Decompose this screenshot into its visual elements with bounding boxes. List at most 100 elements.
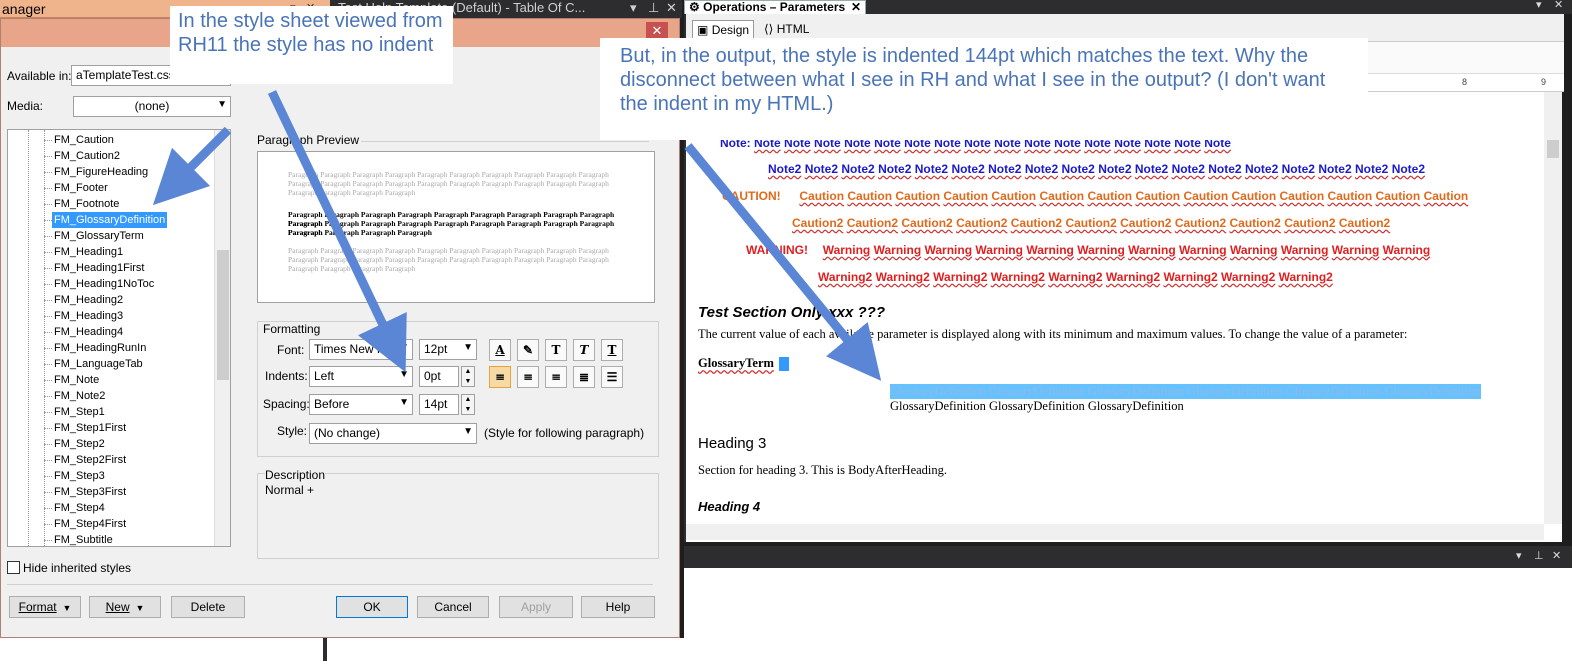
style-list-item[interactable]: FM_Heading1NoToc bbox=[52, 276, 156, 292]
style-list-item[interactable]: FM_Heading1 bbox=[52, 244, 125, 260]
chevron-down-icon: ▼ bbox=[399, 342, 409, 353]
indents-amount-input[interactable]: 0pt bbox=[419, 366, 459, 387]
style-list-item[interactable]: FM_Heading1First bbox=[52, 260, 146, 276]
style-list-item[interactable]: FM_FigureHeading bbox=[52, 164, 150, 180]
style-list-item[interactable]: FM_Heading3 bbox=[52, 308, 125, 324]
spacing-spinner[interactable]: ▲ ▼ bbox=[461, 394, 475, 415]
styled-word: Caution bbox=[1423, 189, 1469, 203]
style-list-scrollbar[interactable] bbox=[214, 130, 230, 546]
style-list-item[interactable]: FM_Step3 bbox=[52, 468, 107, 484]
font-label: Font: bbox=[277, 343, 305, 357]
style-list-item[interactable]: FM_Step3First bbox=[52, 484, 128, 500]
style-list-item[interactable]: FM_Heading4 bbox=[52, 324, 125, 340]
style-list-item[interactable]: FM_Footnote bbox=[52, 196, 121, 212]
hide-inherited-checkbox[interactable] bbox=[7, 561, 20, 574]
style-list-item[interactable]: FM_Footer bbox=[52, 180, 110, 196]
style-list-item[interactable]: FM_Caution2 bbox=[52, 148, 122, 164]
style-list-item[interactable]: FM_Step1First bbox=[52, 420, 128, 436]
apply-button[interactable]: Apply bbox=[499, 596, 573, 618]
help-button[interactable]: Help bbox=[581, 596, 655, 618]
style-list-item[interactable]: FM_GlossaryDefinition bbox=[52, 212, 168, 228]
style-list-item[interactable]: FM_Step4First bbox=[52, 516, 128, 532]
editor-horizontal-scrollbar[interactable] bbox=[686, 524, 1544, 540]
scroll-thumb[interactable] bbox=[1547, 140, 1559, 158]
dropdown-icon[interactable]: ▾ bbox=[630, 0, 637, 16]
caution2-words: Caution2 Caution2 Caution2 Caution2 Caut… bbox=[792, 216, 1390, 230]
help-button-label: Help bbox=[605, 600, 631, 614]
bullet-list-button[interactable]: ☰ bbox=[601, 366, 623, 388]
align-right-button[interactable]: ≡ bbox=[545, 366, 567, 388]
preview-line-current: Paragraph Paragraph Paragraph Paragraph bbox=[288, 228, 432, 237]
styled-word: Warning bbox=[1128, 243, 1176, 257]
tree-connector bbox=[44, 540, 52, 541]
styled-word: Warning bbox=[1331, 243, 1380, 257]
design-tab[interactable]: ▣ Design bbox=[692, 20, 755, 40]
new-button[interactable]: New ▼ bbox=[89, 596, 161, 618]
font-size-select[interactable]: 12pt ▼ bbox=[419, 339, 477, 360]
pin-icon[interactable]: ⊥ bbox=[648, 0, 659, 16]
close-icon[interactable]: ✕ bbox=[666, 0, 677, 16]
style-list-item[interactable]: FM_Step2 bbox=[52, 436, 107, 452]
tree-connector bbox=[44, 204, 52, 205]
underline-button[interactable]: T bbox=[601, 339, 623, 361]
style-list-item[interactable]: FM_Caution bbox=[52, 132, 116, 148]
style-list-item[interactable]: FM_GlossaryTerm bbox=[52, 228, 146, 244]
pin-icon[interactable]: ⊥ bbox=[1534, 549, 1544, 562]
chevron-down-icon: ▼ bbox=[463, 426, 473, 437]
paragraph-preview: Paragraph Paragraph Paragraph Paragraph … bbox=[257, 151, 655, 303]
divider bbox=[361, 141, 649, 142]
style-list-item[interactable]: FM_Note2 bbox=[52, 388, 107, 404]
delete-button[interactable]: Delete bbox=[171, 596, 245, 618]
align-left-button[interactable]: ≡ bbox=[489, 366, 511, 388]
dropdown-icon[interactable]: ▾ bbox=[1536, 0, 1542, 11]
styled-word: Note2 bbox=[1281, 162, 1315, 176]
font-color-button[interactable]: A bbox=[489, 339, 511, 361]
cancel-button[interactable]: Cancel bbox=[417, 596, 489, 618]
style-list-item[interactable]: FM_Step4 bbox=[52, 500, 107, 516]
indents-spinner[interactable]: ▲ ▼ bbox=[461, 366, 475, 387]
spacing-amount-input[interactable]: 14pt bbox=[419, 394, 459, 415]
spacing-select[interactable]: Before ▼ bbox=[309, 394, 413, 415]
heading-4: Heading 4 bbox=[698, 499, 761, 514]
close-icon[interactable]: ✕ bbox=[1554, 0, 1563, 11]
styled-word: Warning bbox=[975, 243, 1023, 257]
style-list-item[interactable]: FM_Step1 bbox=[52, 404, 107, 420]
tree-connector bbox=[44, 524, 52, 525]
media-select[interactable]: (none) ▼ bbox=[73, 96, 231, 117]
output-pane-titlebar: ▾ ⊥ ✕ bbox=[684, 546, 1572, 568]
next-style-select[interactable]: (No change) ▼ bbox=[309, 423, 477, 444]
editor-vertical-scrollbar[interactable] bbox=[1544, 92, 1562, 524]
styled-word: Warning bbox=[873, 243, 922, 257]
style-list-item[interactable]: FM_Step2First bbox=[52, 452, 128, 468]
preview-line: Paragraph Paragraph Paragraph Paragraph … bbox=[288, 246, 609, 255]
highlight-button[interactable]: ✎ bbox=[517, 339, 539, 361]
next-style-value: (No change) bbox=[314, 426, 381, 440]
style-list-item[interactable]: FM_Heading2 bbox=[52, 292, 125, 308]
ok-button[interactable]: OK bbox=[336, 596, 408, 618]
style-list-item[interactable]: FM_Note bbox=[52, 372, 101, 388]
glossary-definition-selected[interactable]: GlossaryDefinition GlossaryDefinition Gl… bbox=[890, 384, 1481, 399]
italic-button[interactable]: T bbox=[573, 339, 595, 361]
scroll-thumb[interactable] bbox=[217, 250, 229, 380]
justify-button[interactable]: ≣ bbox=[573, 366, 595, 388]
style-list[interactable]: FM_Caution FM_Caution2 FM_FigureHeading FM_… bbox=[7, 129, 231, 547]
html-tab[interactable]: ⟨⟩ HTML bbox=[760, 20, 813, 40]
callout-left: In the style sheet viewed from RH11 the … bbox=[170, 6, 453, 84]
style-list-item[interactable]: FM_HeadingRunIn bbox=[52, 340, 148, 356]
indents-select[interactable]: Left ▼ bbox=[309, 366, 413, 387]
tree-connector bbox=[44, 236, 52, 237]
style-list-item[interactable]: FM_Subtitle bbox=[52, 532, 115, 546]
styled-word: Note2 bbox=[1024, 162, 1059, 176]
font-select[interactable]: Times New Ro ▼ bbox=[309, 339, 413, 360]
operations-parameters-tab[interactable]: ⚙ Operations – Parameters ✕ bbox=[684, 0, 866, 15]
bold-button[interactable]: T bbox=[545, 339, 567, 361]
styled-word: Note2 bbox=[1355, 162, 1389, 176]
close-icon[interactable]: ✕ bbox=[1552, 549, 1561, 562]
tree-line bbox=[44, 130, 45, 546]
dropdown-icon[interactable]: ▾ bbox=[1516, 549, 1522, 562]
style-list-item[interactable]: FM_LanguageTab bbox=[52, 356, 145, 372]
design-icon: ▣ bbox=[697, 23, 709, 37]
align-center-button[interactable]: ≡ bbox=[517, 366, 539, 388]
format-button[interactable]: Format ▼ bbox=[9, 596, 81, 618]
close-icon[interactable]: ✕ bbox=[851, 1, 861, 14]
